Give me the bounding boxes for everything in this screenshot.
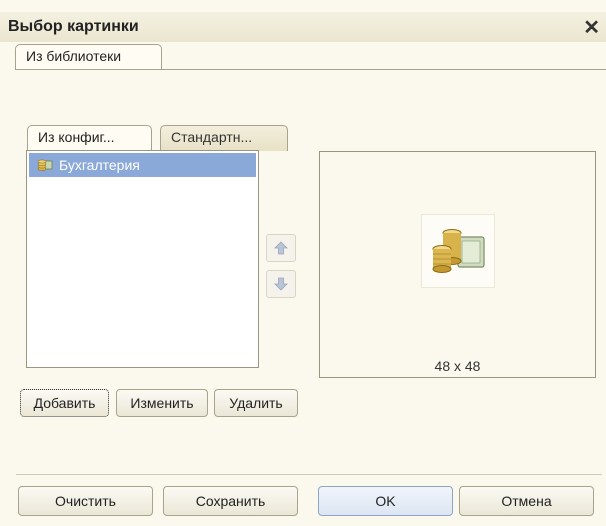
tab-from-config[interactable]: Из конфиг... xyxy=(27,125,152,151)
picture-list[interactable]: Бухгалтерия xyxy=(26,150,259,368)
tab-standard[interactable]: Стандартн... xyxy=(160,125,288,151)
list-item-label: Бухгалтерия xyxy=(59,157,140,173)
coins-icon xyxy=(37,159,53,171)
title-bar: Выбор картинки ✕ xyxy=(0,12,606,42)
move-down-button[interactable] xyxy=(266,270,296,298)
footer-divider xyxy=(16,474,602,475)
coins-icon xyxy=(432,229,485,273)
delete-button[interactable]: Удалить xyxy=(214,389,298,417)
tab-divider xyxy=(16,69,606,70)
edit-button[interactable]: Изменить xyxy=(116,389,208,417)
add-button[interactable]: Добавить xyxy=(20,389,109,417)
dialog-title: Выбор картинки xyxy=(8,18,139,35)
clear-button[interactable]: Очистить xyxy=(18,486,153,516)
ok-button[interactable]: OK xyxy=(318,486,453,516)
tab-from-library[interactable]: Из библиотеки xyxy=(15,44,162,70)
save-button[interactable]: Сохранить xyxy=(163,486,298,516)
arrow-up-icon xyxy=(274,241,288,255)
cancel-button[interactable]: Отмена xyxy=(459,486,594,516)
preview-image xyxy=(421,214,495,288)
list-item[interactable]: Бухгалтерия xyxy=(29,153,256,177)
arrow-down-icon xyxy=(274,277,288,291)
close-icon[interactable]: ✕ xyxy=(583,15,600,40)
picture-preview: 48 x 48 xyxy=(319,151,596,378)
image-size-label: 48 x 48 xyxy=(434,358,481,374)
move-up-button[interactable] xyxy=(266,234,296,262)
picture-select-dialog: Выбор картинки ✕ Из библиотеки Из конфиг… xyxy=(0,0,606,526)
